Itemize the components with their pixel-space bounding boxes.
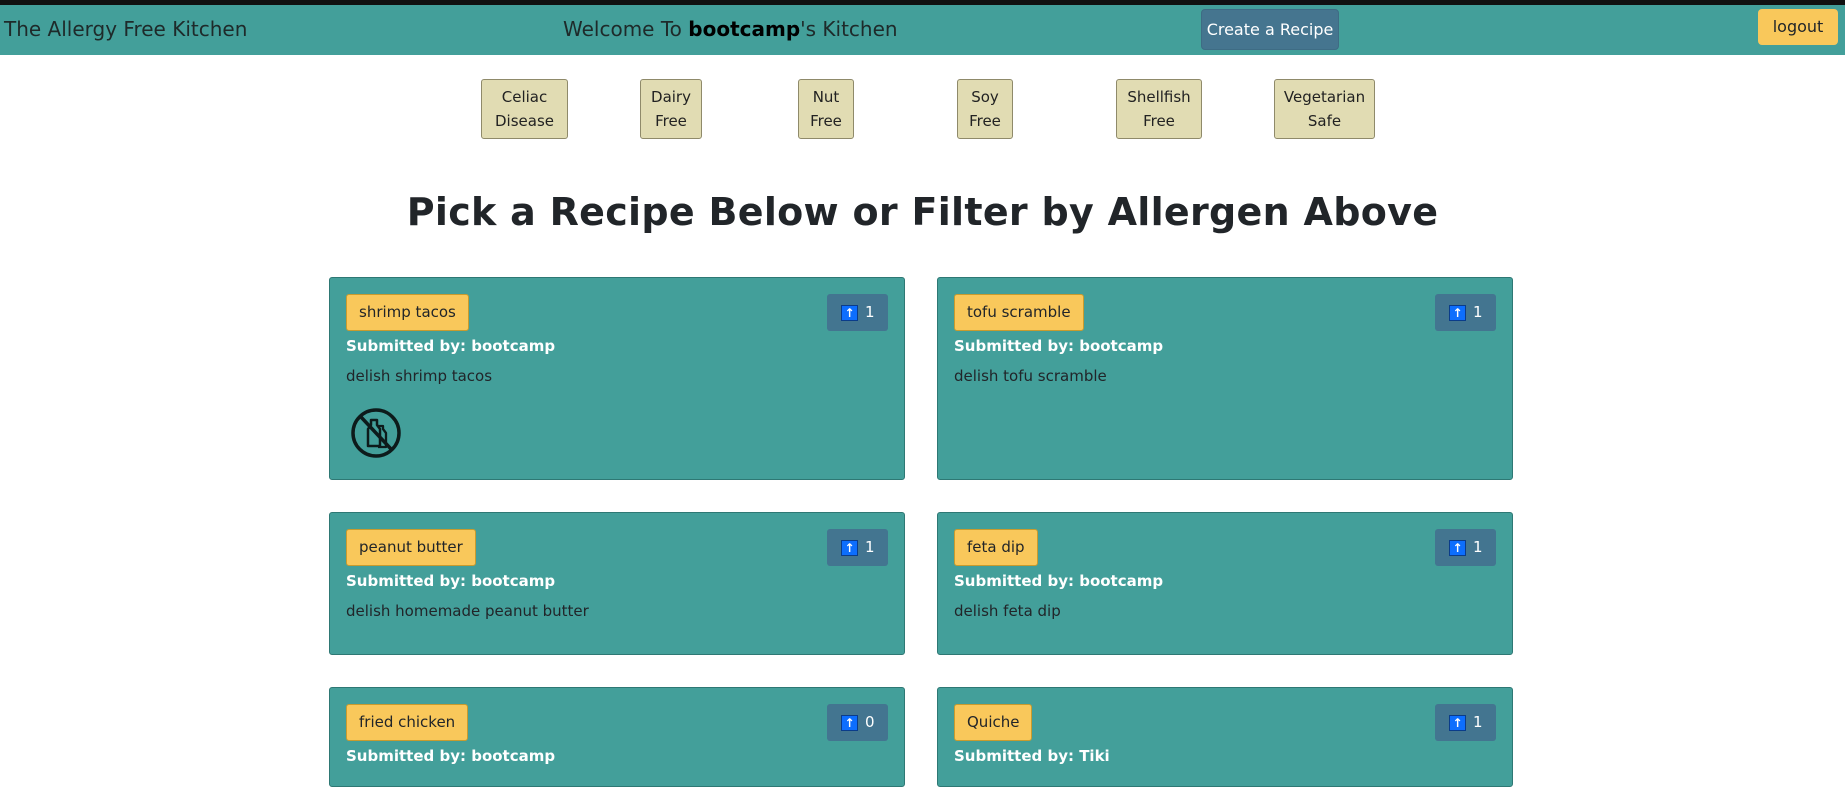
vote-count: 0 [865,713,875,731]
filter-label-line2: Free [655,112,687,130]
upvote-button[interactable]: ↑ 1 [827,529,888,566]
filter-label-line1: Soy [971,88,999,106]
upvote-button[interactable]: ↑ 1 [1435,294,1496,331]
page-heading: Pick a Recipe Below or Filter by Allerge… [406,190,1439,234]
arrow-up-icon: ↑ [841,715,858,731]
recipe-title-button[interactable]: fried chicken [346,704,469,741]
filter-label-line2: Free [1143,112,1175,130]
filter-label-line2: Safe [1307,112,1342,130]
recipe-card: fried chicken ↑ 0 Submitted by: bootcamp [329,687,905,787]
upvote-button[interactable]: ↑ 1 [1435,704,1496,741]
filter-dairy-button[interactable]: Dairy Free [640,79,702,139]
welcome-suffix: 's Kitchen [800,17,898,41]
vote-count: 1 [865,538,875,556]
logout-button[interactable]: logout [1758,9,1838,45]
navbar: The Allergy Free Kitchen Welcome To boot… [0,5,1845,55]
recipe-description: delish shrimp tacos [346,367,493,385]
filter-soy-button[interactable]: Soy Free [957,79,1013,139]
filter-label-line1: Nut [812,88,840,106]
arrow-up-icon: ↑ [1449,540,1466,556]
vote-count: 1 [1473,303,1483,321]
create-recipe-button[interactable]: Create a Recipe [1201,9,1339,50]
filter-label-line2: Disease [495,112,554,130]
submitted-by: Submitted by: Tiki [954,747,1110,765]
filter-label-line2: Free [810,112,842,130]
recipe-card: peanut butter ↑ 1 Submitted by: bootcamp… [329,512,905,655]
recipe-card: tofu scramble ↑ 1 Submitted by: bootcamp… [937,277,1513,480]
arrow-up-icon: ↑ [1449,305,1466,321]
submitted-by: Submitted by: bootcamp [954,572,1164,590]
arrow-up-icon: ↑ [1449,715,1466,731]
recipe-card: Quiche ↑ 1 Submitted by: Tiki [937,687,1513,787]
recipe-title-button[interactable]: peanut butter [346,529,476,566]
recipe-description: delish homemade peanut butter [346,602,589,620]
welcome-username: bootcamp [688,17,801,41]
upvote-button[interactable]: ↑ 0 [827,704,888,741]
recipe-description: delish tofu scramble [954,367,1107,385]
no-dairy-icon [351,408,401,458]
filter-nut-button[interactable]: Nut Free [798,79,854,139]
recipe-title-button[interactable]: Quiche [954,704,1033,741]
filter-celiac-button[interactable]: Celiac Disease [481,79,568,139]
filter-label-line1: Vegetarian [1283,88,1366,106]
recipe-description: delish feta dip [954,602,1061,620]
filter-vegetarian-button[interactable]: Vegetarian Safe [1274,79,1375,139]
recipe-card: feta dip ↑ 1 Submitted by: bootcamp deli… [937,512,1513,655]
arrow-up-icon: ↑ [841,540,858,556]
welcome-prefix: Welcome To [563,17,689,41]
vote-count: 1 [1473,713,1483,731]
recipe-title-button[interactable]: feta dip [954,529,1038,566]
vote-count: 1 [865,303,875,321]
brand-link[interactable]: The Allergy Free Kitchen [4,17,247,41]
recipe-card: shrimp tacos ↑ 1 Submitted by: bootcamp … [329,277,905,480]
submitted-by: Submitted by: bootcamp [346,572,556,590]
filter-label-line1: Shellfish [1127,88,1191,106]
upvote-button[interactable]: ↑ 1 [1435,529,1496,566]
upvote-button[interactable]: ↑ 1 [827,294,888,331]
filter-label-line1: Celiac [501,88,548,106]
recipe-title-button[interactable]: tofu scramble [954,294,1084,331]
arrow-up-icon: ↑ [841,305,858,321]
filter-label-line1: Dairy [651,88,691,106]
vote-count: 1 [1473,538,1483,556]
welcome-message: Welcome To bootcamp's Kitchen [563,17,898,41]
filter-shellfish-button[interactable]: Shellfish Free [1116,79,1202,139]
submitted-by: Submitted by: bootcamp [346,337,556,355]
filter-label-line2: Free [969,112,1001,130]
recipe-title-button[interactable]: shrimp tacos [346,294,469,331]
submitted-by: Submitted by: bootcamp [954,337,1164,355]
submitted-by: Submitted by: bootcamp [346,747,556,765]
